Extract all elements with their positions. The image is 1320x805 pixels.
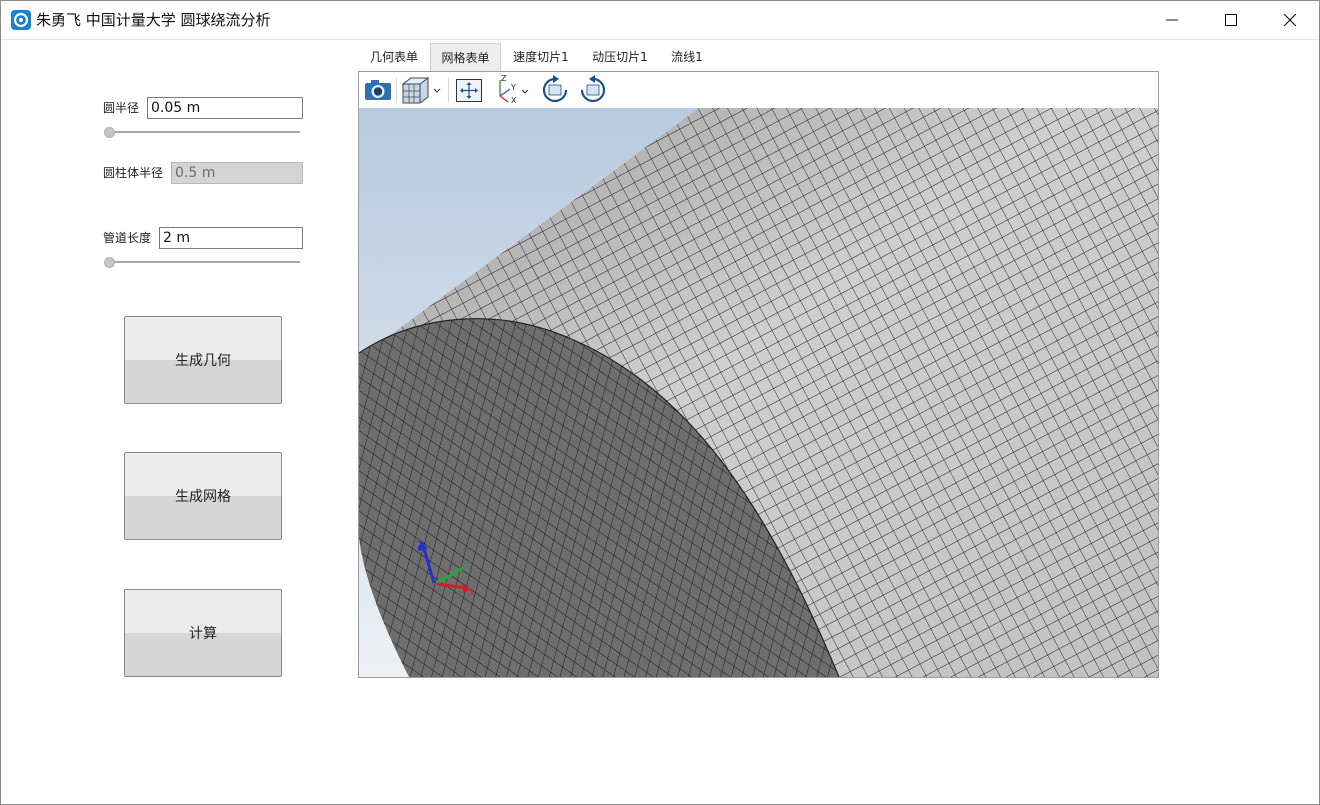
tab-label: 速度切片1 xyxy=(513,50,569,64)
app-logo-icon xyxy=(11,10,31,30)
tab-mesh-form[interactable]: 网格表单 xyxy=(430,43,501,71)
3d-viewer[interactable]: Z Y X Z Y X xyxy=(358,71,1159,678)
tab-dynamic-pressure-slice[interactable]: 动压切片1 xyxy=(585,43,655,71)
axis-orientation-icon: Z Y X xyxy=(499,74,529,105)
maximize-icon xyxy=(1225,14,1237,26)
mesh-scene[interactable]: Z Y X xyxy=(359,108,1158,677)
rotate-cw-icon xyxy=(542,75,568,103)
svg-text:Y: Y xyxy=(510,83,516,92)
rotate-cw-button[interactable] xyxy=(540,74,570,106)
minimize-button[interactable] xyxy=(1143,1,1201,39)
svg-text:Z: Z xyxy=(501,74,507,83)
zoom-extents-icon xyxy=(456,79,482,102)
toolbar-separator xyxy=(396,78,397,102)
rotate-ccw-button[interactable] xyxy=(578,74,608,106)
rotate-ccw-icon xyxy=(580,75,606,103)
app-window: 朱勇飞 中国计量大学 圆球绕流分析 圆半径 圆柱体半径 管道长度 生成几何 生成… xyxy=(0,0,1320,805)
toolbar-separator xyxy=(448,78,449,102)
tab-label: 几何表单 xyxy=(369,50,418,64)
viewer-toolbar: Z Y X xyxy=(359,72,1158,108)
generate-mesh-label: 生成网格 xyxy=(175,489,231,505)
sphere-radius-label: 圆半径 xyxy=(103,101,140,115)
compute-button[interactable]: 计算 xyxy=(124,589,282,677)
pipe-length-slider-thumb[interactable] xyxy=(104,257,115,268)
tab-label: 流线1 xyxy=(671,50,703,64)
cylinder-radius-input xyxy=(171,162,303,184)
axis-z-label: Z xyxy=(417,541,423,551)
close-icon xyxy=(1284,14,1296,26)
tab-label: 动压切片1 xyxy=(592,50,648,64)
close-button[interactable] xyxy=(1261,1,1319,39)
pipe-length-input[interactable] xyxy=(159,227,303,249)
window-title: 朱勇飞 中国计量大学 圆球绕流分析 xyxy=(36,11,271,29)
generate-mesh-button[interactable]: 生成网格 xyxy=(124,452,282,540)
maximize-button[interactable] xyxy=(1202,1,1260,39)
tab-streamline[interactable]: 流线1 xyxy=(664,43,710,71)
view-cube-button[interactable] xyxy=(400,74,444,106)
axis-x-label: X xyxy=(469,589,475,599)
compute-label: 计算 xyxy=(189,626,217,642)
sphere-radius-slider[interactable] xyxy=(105,131,300,133)
cylinder-radius-label: 圆柱体半径 xyxy=(103,166,164,180)
sphere-radius-slider-thumb[interactable] xyxy=(104,127,115,138)
pipe-length-slider[interactable] xyxy=(105,261,300,263)
generate-geometry-label: 生成几何 xyxy=(175,353,231,369)
tab-label: 网格表单 xyxy=(441,51,490,65)
axis-y-label: Y xyxy=(464,561,471,571)
camera-icon xyxy=(365,80,391,100)
axis-orientation-button[interactable]: Z Y X xyxy=(494,74,534,106)
sphere-radius-input[interactable] xyxy=(147,97,303,119)
tab-velocity-slice[interactable]: 速度切片1 xyxy=(506,43,576,71)
title-bar: 朱勇飞 中国计量大学 圆球绕流分析 xyxy=(1,1,1319,40)
svg-text:X: X xyxy=(511,96,517,105)
screenshot-button[interactable] xyxy=(363,74,393,106)
generate-geometry-button[interactable]: 生成几何 xyxy=(124,316,282,404)
view-cube-icon xyxy=(401,77,441,104)
tab-geometry-form[interactable]: 几何表单 xyxy=(363,43,425,71)
pipe-length-label: 管道长度 xyxy=(103,231,152,245)
zoom-extents-button[interactable] xyxy=(454,74,484,106)
minimize-icon xyxy=(1166,19,1178,21)
